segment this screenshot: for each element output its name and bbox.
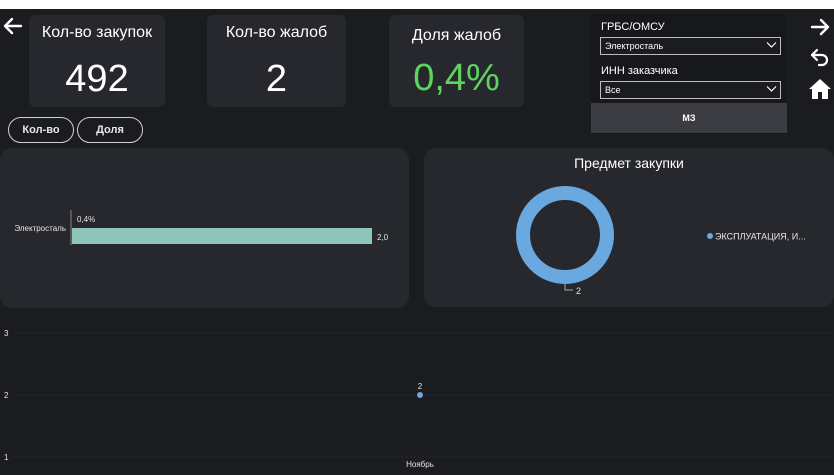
x-tick-november: Ноябрь bbox=[406, 460, 434, 469]
y-tick-3: 3 bbox=[4, 329, 9, 338]
inn-select[interactable]: Все bbox=[600, 81, 781, 99]
legend-marker bbox=[707, 233, 713, 239]
inn-filter-label: ИНН заказчика bbox=[601, 65, 678, 77]
home-icon[interactable] bbox=[808, 78, 832, 100]
bar-category-label: Электросталь bbox=[14, 224, 66, 233]
donut-chart: 2 ЭКСПЛУАТАЦИЯ, И... bbox=[516, 186, 806, 296]
donut-legend-label: ЭКСПЛУАТАЦИЯ, И... bbox=[715, 232, 806, 242]
bar-value-label: 2,0 bbox=[377, 233, 389, 242]
bar-share-label: 0,4% bbox=[77, 215, 95, 224]
data-point-label: 2 bbox=[418, 382, 423, 391]
donut-leader-line bbox=[564, 284, 573, 291]
arrow-right-icon[interactable] bbox=[810, 17, 830, 37]
chevron-down-icon bbox=[766, 42, 777, 48]
kpi-share-card: Доля жалоб 0,4% bbox=[389, 15, 524, 107]
bar-chart: Электросталь 0,4% 2,0 bbox=[14, 210, 389, 245]
grbs-filter-label: ГРБС/ОМСУ bbox=[601, 21, 665, 33]
donut-slice-exploitation[interactable] bbox=[516, 186, 614, 284]
donut-value-label: 2 bbox=[576, 286, 581, 296]
bar-chart-panel: Электросталь 0,4% 2,0 bbox=[0, 148, 409, 308]
bar-electrostal[interactable] bbox=[72, 228, 372, 244]
donut-chart-panel: Предмет закупки 2 ЭКСПЛУАТАЦИЯ, И... bbox=[424, 148, 834, 307]
kpi-share-value: 0,4% bbox=[413, 57, 500, 99]
toggle-count-button[interactable]: Кол-во bbox=[8, 117, 74, 143]
kpi-share-label: Доля жалоб bbox=[411, 27, 502, 44]
inn-select-value: Все bbox=[605, 85, 621, 95]
line-chart-gridlines bbox=[14, 332, 834, 458]
undo-icon[interactable] bbox=[810, 47, 830, 67]
chevron-down-icon bbox=[766, 86, 777, 92]
grbs-select[interactable]: Электросталь bbox=[600, 37, 781, 55]
line-chart: 3 2 1 2 Ноябрь bbox=[4, 329, 834, 469]
data-point-november[interactable] bbox=[417, 392, 423, 398]
kpi-purchases-value: 492 bbox=[65, 58, 129, 100]
kpi-purchases-label: Кол-во закупок bbox=[41, 24, 153, 41]
y-tick-1: 1 bbox=[4, 453, 9, 462]
kpi-complaints-card: Кол-во жалоб 2 bbox=[207, 15, 346, 107]
grbs-select-value: Электросталь bbox=[605, 41, 664, 51]
y-tick-2: 2 bbox=[4, 391, 9, 400]
mz-button[interactable]: МЗ bbox=[591, 103, 787, 133]
kpi-complaints-value: 2 bbox=[265, 58, 288, 100]
toggle-share-button[interactable]: Доля bbox=[77, 117, 143, 143]
arrow-left-icon[interactable] bbox=[3, 16, 23, 36]
kpi-complaints-label: Кол-во жалоб bbox=[225, 24, 328, 41]
kpi-purchases-card: Кол-во закупок 492 bbox=[29, 15, 165, 107]
top-strip bbox=[0, 0, 834, 9]
